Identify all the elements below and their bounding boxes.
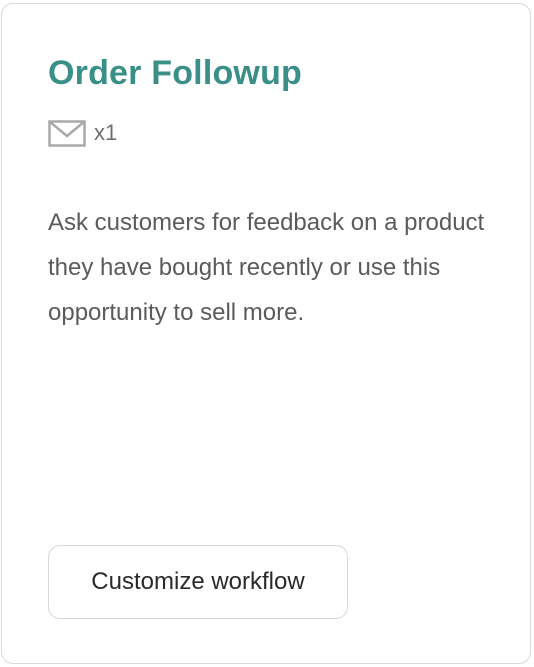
- mail-icon: [48, 120, 86, 147]
- email-count-row: x1: [48, 118, 117, 148]
- workflow-card: Order Followup x1 Ask customers for feed…: [1, 3, 531, 664]
- card-title: Order Followup: [48, 54, 303, 92]
- email-count: x1: [94, 120, 118, 145]
- card-description: Ask customers for feedback on a product …: [48, 209, 485, 326]
- customize-workflow-button[interactable]: Customize workflow: [48, 545, 348, 619]
